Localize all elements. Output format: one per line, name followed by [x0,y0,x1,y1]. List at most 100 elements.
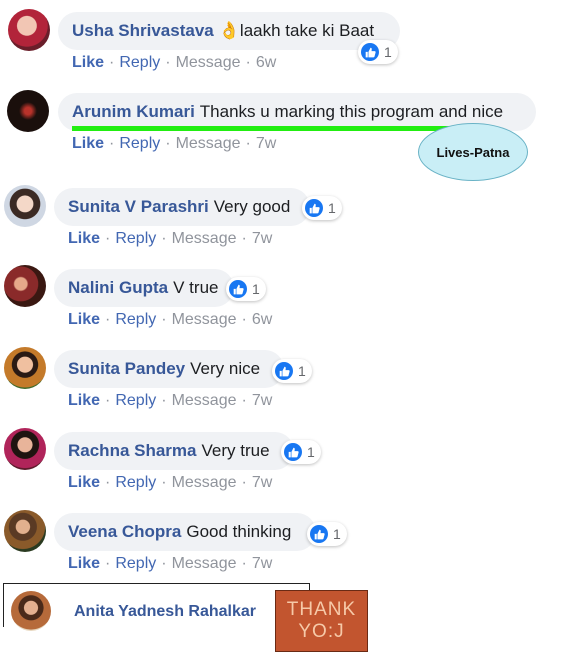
reply-link[interactable]: Reply [115,474,156,491]
separator: · [109,54,115,71]
reaction-count[interactable]: 1 [358,40,398,64]
separator: · [241,474,247,491]
comment-actions: Like · Reply · Message · 7w [68,392,272,410]
timestamp[interactable]: 7w [256,135,276,152]
message-link[interactable]: Message [172,474,237,491]
avatar[interactable] [4,347,46,389]
reply-link[interactable]: Reply [115,555,156,572]
separator: · [105,230,111,247]
separator: · [241,230,247,247]
timestamp[interactable]: 7w [252,230,272,247]
comment-item: Sunita V Parashri Very good 1 Like · Reply ·… [0,180,563,260]
like-link[interactable]: Like [68,230,100,247]
thumbs-up-icon [361,43,379,61]
separator: · [241,311,247,328]
comment-bubble: Rachna Sharma Very true [54,432,294,470]
reply-link[interactable]: Reply [115,392,156,409]
message-link[interactable]: Message [176,135,241,152]
separator: · [109,135,115,152]
separator: · [161,555,167,572]
thumbs-up-icon [229,280,247,298]
reaction-number: 1 [298,363,306,379]
like-link[interactable]: Like [68,392,100,409]
separator: · [245,54,251,71]
comment-bubble: Veena Chopra Good thinking [54,513,316,551]
reaction-number: 1 [384,44,392,60]
comment-bubble: Sunita V Parashri Very good [54,188,310,226]
comment-author[interactable]: Arunim Kumari [72,102,195,121]
avatar[interactable] [11,591,51,631]
comment-author[interactable]: Nalini Gupta [68,278,168,297]
thumbs-up-icon [305,199,323,217]
comment-actions: Like · Reply · Message · 7w [68,474,272,492]
like-link[interactable]: Like [68,474,100,491]
avatar[interactable] [4,185,46,227]
reaction-count[interactable]: 1 [307,522,347,546]
timestamp[interactable]: 6w [256,54,276,71]
comment-actions: Like · Reply · Message · 7w [72,135,276,153]
comment-author[interactable]: Sunita V Parashri [68,197,209,216]
message-link[interactable]: Message [172,555,237,572]
comment-bubble: Usha Shrivastava 👌laakh take ki Baat [58,12,400,50]
comment-author[interactable]: Usha Shrivastava [72,21,214,40]
separator: · [165,54,171,71]
message-link[interactable]: Message [172,230,237,247]
reply-link[interactable]: Reply [115,230,156,247]
message-link[interactable]: Message [172,392,237,409]
sticker-line: YO:J [298,621,345,642]
thank-you-sticker: THANK YO:J [275,590,368,652]
reaction-count[interactable]: 1 [302,196,342,220]
comment-text: Very nice [190,359,261,378]
timestamp[interactable]: 7w [252,392,272,409]
separator: · [161,392,167,409]
separator: · [245,135,251,152]
comment-text: Good thinking [186,522,292,541]
separator: · [105,555,111,572]
like-link[interactable]: Like [68,311,100,328]
comment-author[interactable]: Sunita Pandey [68,359,185,378]
comment-actions: Like · Reply · Message · 7w [68,230,272,248]
timestamp[interactable]: 7w [252,474,272,491]
reaction-count[interactable]: 1 [272,359,312,383]
sticker-line: THANK [286,599,357,620]
avatar[interactable] [4,510,46,552]
comment-item: Usha Shrivastava 👌laakh take ki Baat 1 Li… [0,0,563,80]
comment-item: Nalini Gupta V true 1 Like · Reply · Message ·… [0,262,563,342]
avatar[interactable] [7,90,49,132]
comment-text: Very true [201,441,270,460]
reply-link[interactable]: Reply [119,135,160,152]
comment-text: V true [173,278,219,297]
reaction-count[interactable]: 1 [281,440,321,464]
comment-item: Sunita Pandey Very nice 1 Like · Reply · Mess… [0,343,563,423]
timestamp[interactable]: 7w [252,555,272,572]
avatar[interactable] [4,265,46,307]
thumbs-up-icon [310,525,328,543]
reply-link[interactable]: Reply [115,311,156,328]
separator: · [165,135,171,152]
comment-text: Thanks u marking this program and nice [199,102,504,121]
comment-item: Veena Chopra Good thinking 1 Like · Reply · M… [0,507,563,587]
like-link[interactable]: Like [72,135,104,152]
comment-author[interactable]: Rachna Sharma [68,441,197,460]
separator: · [105,311,111,328]
avatar[interactable] [4,428,46,470]
comment-text: 👌laakh take ki Baat [218,21,375,40]
comment-actions: Like · Reply · Message · 7w [68,555,272,573]
reply-link[interactable]: Reply [119,54,160,71]
like-link[interactable]: Like [72,54,104,71]
separator: · [241,392,247,409]
avatar[interactable] [8,9,50,51]
thumbs-up-icon [275,362,293,380]
message-link[interactable]: Message [176,54,241,71]
comment-text: Very good [213,197,291,216]
message-link[interactable]: Message [172,311,237,328]
comment-author[interactable]: Anita Yadnesh Rahalkar [74,603,256,621]
reaction-number: 1 [333,526,341,542]
reaction-count[interactable]: 1 [226,277,266,301]
comment-actions: Like · Reply · Message · 6w [68,311,272,329]
like-link[interactable]: Like [68,555,100,572]
comment-bubble: Sunita Pandey Very nice [54,350,284,388]
timestamp[interactable]: 6w [252,311,272,328]
separator: · [161,230,167,247]
comment-author[interactable]: Veena Chopra [68,522,181,541]
